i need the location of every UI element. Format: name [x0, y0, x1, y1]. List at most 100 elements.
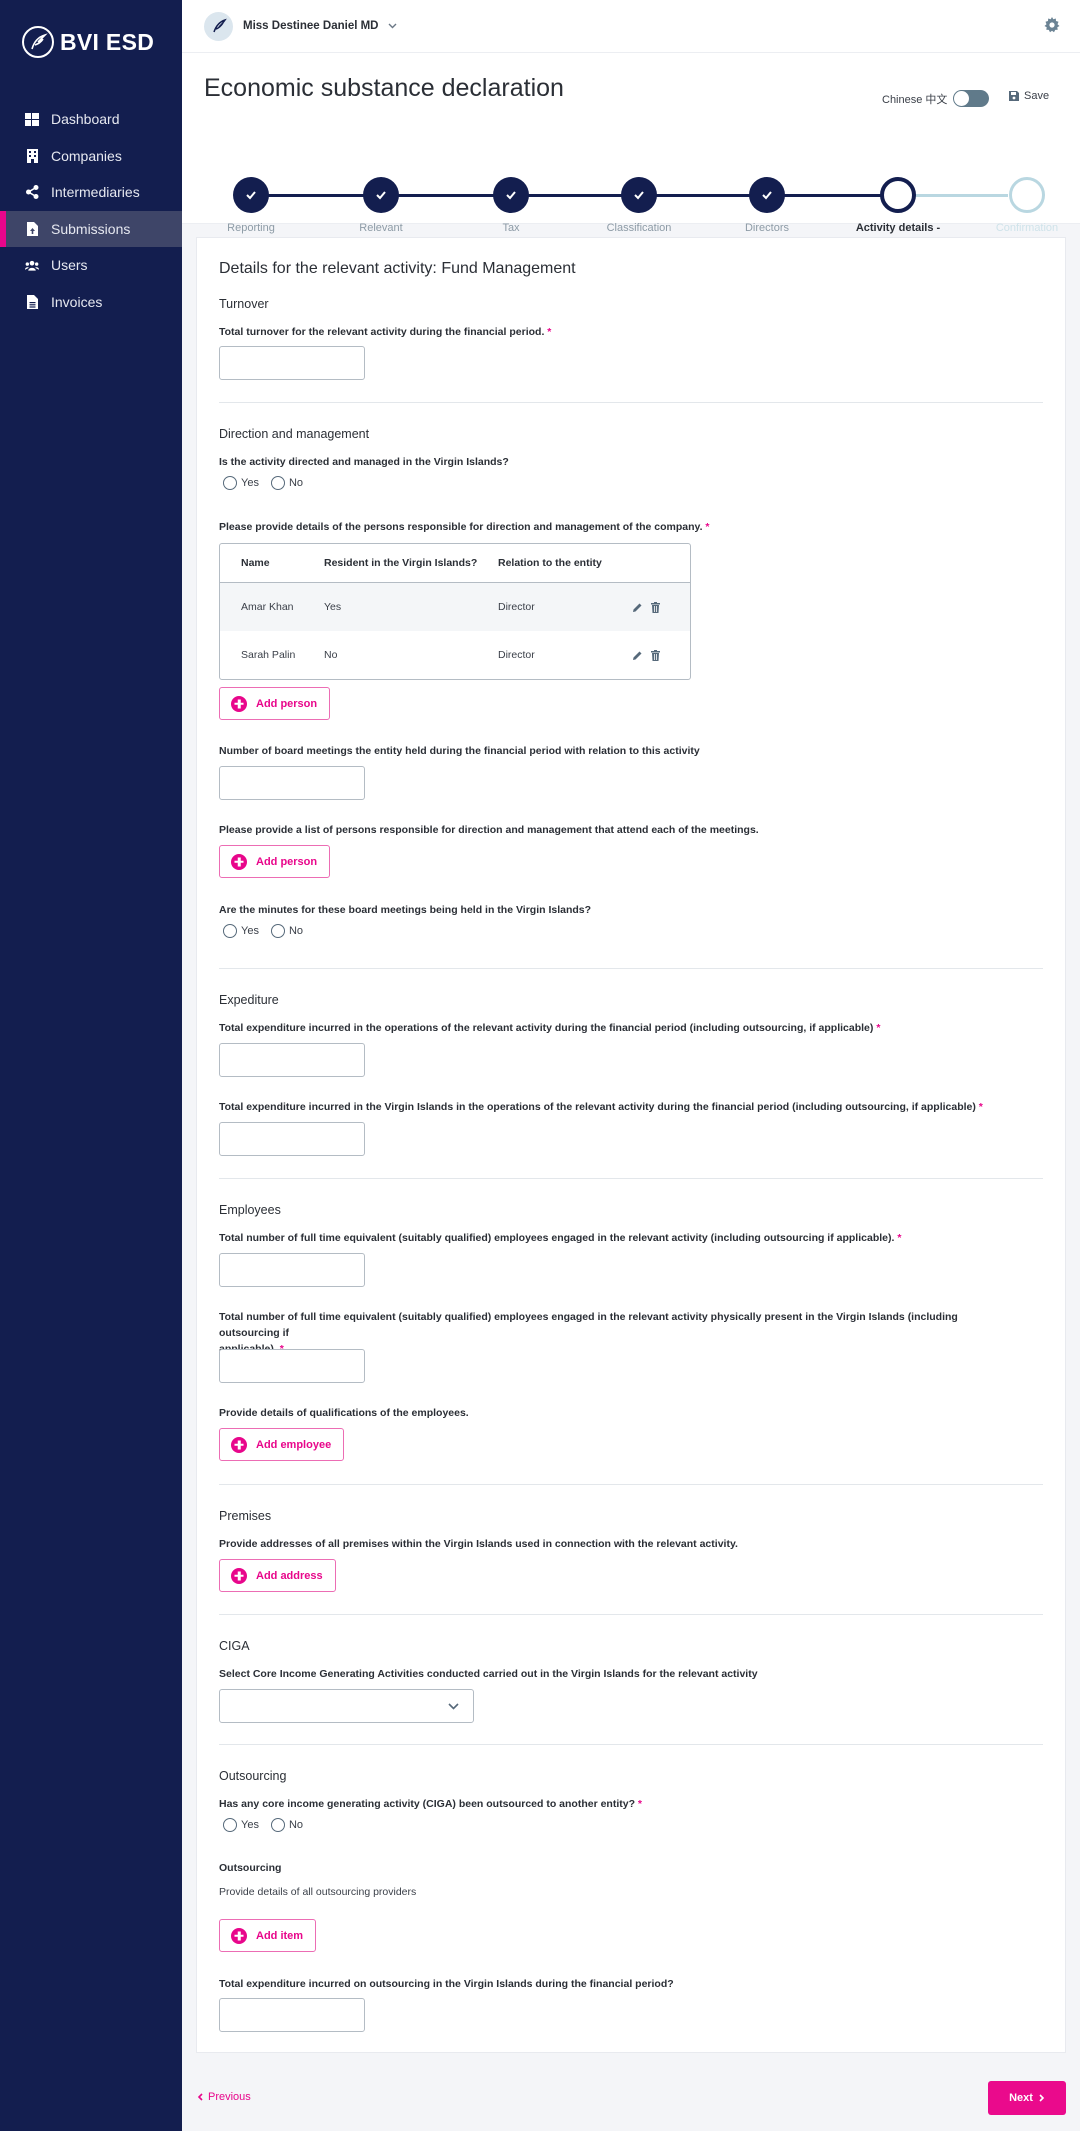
invoice-icon [25, 294, 39, 309]
minutes-no-radio[interactable]: No [270, 924, 303, 938]
app-logo[interactable]: BVI ESD [22, 26, 154, 58]
question-text: Has any core income generating activity … [219, 1798, 635, 1810]
step-label: Confirmation [967, 220, 1080, 236]
managed-yes-radio[interactable]: Yes [223, 476, 259, 490]
question-text: Total turnover for the relevant activity… [219, 326, 545, 338]
pencil-icon[interactable] [632, 602, 643, 613]
user-menu[interactable]: Miss Destinee Daniel MD [204, 11, 397, 41]
table-row: Sarah Palin No Director [220, 631, 690, 679]
language-toggle[interactable] [953, 90, 990, 107]
column-header-name: Name [241, 557, 270, 569]
qualifications-question: Provide details of qualifications of the… [219, 1407, 469, 1419]
radio-label: Yes [241, 477, 259, 489]
step-check-icon [363, 177, 399, 213]
step-check-icon [749, 177, 785, 213]
save-button[interactable]: Save [1009, 90, 1049, 102]
managed-no-radio[interactable]: No [270, 476, 303, 490]
outsourcing-expenditure-question: Total expenditure incurred on outsourcin… [219, 1978, 674, 1990]
sidebar-item-dashboard[interactable]: Dashboard [0, 101, 182, 138]
meetings-input[interactable] [219, 766, 365, 800]
outsourced-radio-group: Yes No [223, 1818, 315, 1832]
sidebar-item-label: Intermediaries [51, 184, 140, 201]
step-7: Confirmation [967, 177, 1080, 236]
plus-circle-icon [231, 853, 247, 870]
required-marker: * [897, 1232, 902, 1244]
question-text: Total number of full time equivalent (su… [219, 1232, 895, 1244]
sidebar-item-users[interactable]: Users [0, 247, 182, 284]
divider [219, 1614, 1043, 1615]
cell-resident: Yes [324, 601, 342, 613]
expenditure-input[interactable] [219, 1043, 365, 1077]
add-address-button[interactable]: Add address [219, 1559, 336, 1592]
radio-label: Yes [241, 1819, 259, 1831]
button-label: Next [1009, 2092, 1033, 2104]
ciga-select[interactable] [219, 1689, 474, 1723]
outsourcing-subtitle: Outsourcing [219, 1862, 282, 1874]
button-label: Add item [256, 1929, 304, 1942]
employees-input[interactable] [219, 1253, 365, 1287]
sidebar-item-label: Invoices [51, 293, 103, 310]
bvi-expenditure-question: Total expenditure incurred in the Virgin… [219, 1099, 983, 1115]
outsourcing-expenditure-input[interactable] [219, 1998, 365, 2032]
divider [219, 1484, 1043, 1485]
trash-icon[interactable] [651, 601, 660, 613]
divider [219, 1178, 1043, 1179]
cell-name: Amar Khan [241, 601, 294, 613]
question-text: Total number of full time equivalent (su… [219, 1311, 958, 1339]
gear-icon[interactable] [1044, 17, 1060, 33]
step-label-line1: Tax [502, 222, 520, 234]
floppy-icon [1009, 91, 1019, 101]
minutes-yes-radio[interactable]: Yes [223, 924, 259, 938]
pencil-icon[interactable] [632, 650, 643, 661]
sidebar-nav: Dashboard Companies Intermediaries Submi… [0, 101, 182, 320]
section-title-direction: Direction and management [219, 427, 370, 441]
table-row: Amar Khan Yes Director [220, 583, 690, 631]
column-header-resident: Resident in the Virgin Islands? [324, 557, 478, 569]
language-label: Chinese 中文 [882, 93, 948, 106]
add-person-button[interactable]: Add person [219, 687, 331, 720]
chevron-down-icon [388, 21, 397, 31]
column-header-relation: Relation to the entity [498, 557, 602, 569]
sidebar-item-submissions[interactable]: Submissions [0, 210, 182, 247]
persons-question: Please provide details of the persons re… [219, 519, 710, 535]
premises-question: Provide addresses of all premises within… [219, 1538, 738, 1550]
save-label: Save [1024, 90, 1050, 102]
sidebar-item-invoices[interactable]: Invoices [0, 284, 182, 321]
outsourced-question: Has any core income generating activity … [219, 1796, 642, 1812]
turnover-input[interactable] [219, 346, 365, 380]
radio-circle [223, 924, 237, 938]
sidebar-item-label: Users [51, 257, 88, 274]
sidebar-item-label: Companies [51, 147, 122, 164]
radio-circle [270, 1818, 285, 1832]
step-check-icon [621, 177, 657, 213]
add-item-button[interactable]: Add item [219, 1919, 317, 1952]
outsourcing-description: Provide details of all outsourcing provi… [219, 1886, 417, 1898]
trash-icon[interactable] [651, 649, 660, 661]
required-marker: * [637, 1798, 643, 1810]
outsourced-yes-radio[interactable]: Yes [223, 1818, 259, 1832]
minutes-radio-group: Yes No [223, 924, 315, 938]
feather-logo-icon [22, 26, 54, 58]
question-text: Please provide details of the persons re… [219, 521, 703, 533]
outsourced-no-radio[interactable]: No [270, 1818, 303, 1832]
building-icon [25, 148, 39, 163]
employees-question: Total number of full time equivalent (su… [219, 1230, 901, 1246]
sidebar-item-label: Dashboard [51, 111, 120, 128]
radio-circle [270, 924, 285, 938]
next-button[interactable]: Next [988, 2081, 1066, 2115]
add-employee-button[interactable]: Add employee [219, 1428, 345, 1461]
button-label: Previous [208, 2091, 251, 2103]
radio-label: Yes [241, 925, 259, 937]
sidebar-item-intermediaries[interactable]: Intermediaries [0, 174, 182, 211]
add-attendee-button[interactable]: Add person [219, 845, 331, 878]
app-name: BVI ESD [60, 28, 155, 55]
attend-question: Please provide a list of persons respons… [219, 824, 759, 836]
sidebar-item-companies[interactable]: Companies [0, 138, 182, 175]
bvi-expenditure-input[interactable] [219, 1122, 365, 1156]
step-circle [880, 177, 916, 213]
previous-button[interactable]: Previous [197, 2091, 251, 2103]
bvi-employees-input[interactable] [219, 1349, 365, 1383]
radio-circle [223, 476, 237, 490]
radio-circle [270, 476, 285, 490]
meetings-question: Number of board meetings the entity held… [219, 745, 700, 757]
